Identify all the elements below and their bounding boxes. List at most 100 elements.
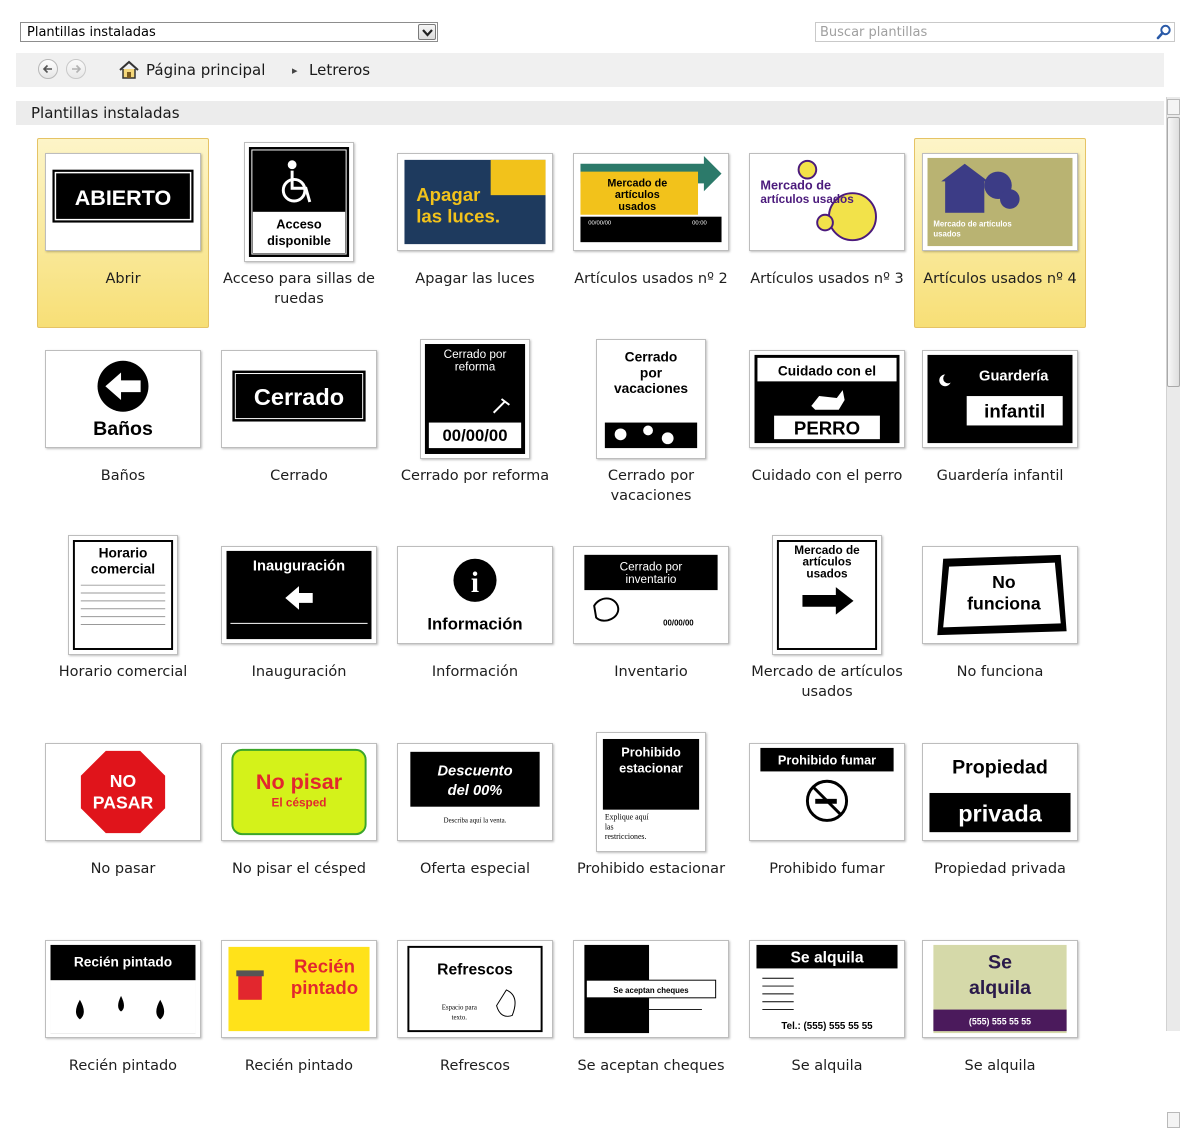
- thumb-text: del 00%: [448, 783, 503, 799]
- template-thumbnail: Se aceptan cheques: [573, 940, 729, 1038]
- thumb-text: texto.: [452, 1014, 468, 1021]
- thumb-text: las: [605, 822, 614, 831]
- template-tile[interactable]: No funciona No funciona: [914, 531, 1086, 721]
- template-label: Prohibido fumar: [769, 861, 885, 877]
- thumb-text: Mercado de: [760, 177, 831, 192]
- template-tile[interactable]: Recién pintado Recién pintado: [37, 925, 209, 1115]
- template-tile[interactable]: i Información Información: [389, 531, 561, 721]
- scroll-up-button[interactable]: [1167, 99, 1180, 115]
- template-tile[interactable]: Cerrado por inventario 00/00/00 Inventario: [565, 531, 737, 721]
- template-tile[interactable]: Cerrado Cerrado: [213, 335, 385, 525]
- dropdown-button[interactable]: [418, 24, 436, 40]
- template-thumbnail: Propiedad privada: [922, 743, 1078, 841]
- thumb-text: artículos: [615, 189, 660, 201]
- thumb-text: Cuidado con el: [778, 363, 876, 378]
- template-label: Oferta especial: [419, 861, 531, 877]
- thumb-text: pintado: [291, 977, 358, 998]
- template-thumbnail: i Información: [397, 546, 553, 644]
- search-icon[interactable]: [1156, 24, 1172, 44]
- thumb-text: Se aceptan cheques: [613, 986, 689, 995]
- template-thumbnail: Baños: [45, 350, 201, 448]
- template-label: Se aceptan cheques: [577, 1058, 725, 1074]
- back-button[interactable]: [38, 59, 58, 79]
- forward-button[interactable]: [66, 59, 86, 79]
- toolbar: Plantillas instaladas: [0, 0, 1180, 52]
- template-tile[interactable]: Mercado de artículos usados Artículos usa…: [741, 138, 913, 328]
- breadcrumb-separator: ▸: [292, 64, 298, 77]
- template-tile[interactable]: Se alquila (555) 555 55 55 Se alquila: [914, 925, 1086, 1115]
- template-label: Baños: [100, 468, 146, 484]
- thumb-text: No pisar: [256, 769, 343, 794]
- home-icon[interactable]: [118, 60, 140, 84]
- template-label: Recién pintado: [244, 1058, 354, 1074]
- template-tile[interactable]: ABIERTO Abrir: [37, 138, 209, 328]
- thumb-text: i: [471, 567, 479, 599]
- template-thumbnail: Cerrado por inventario 00/00/00: [573, 546, 729, 644]
- template-tile[interactable]: Inauguración Inauguración: [213, 531, 385, 721]
- template-tile[interactable]: Apagar las luces. Apagar las luces: [389, 138, 561, 328]
- breadcrumb-current[interactable]: Letreros: [309, 61, 370, 79]
- thumb-text: Explique aquí: [605, 812, 650, 821]
- thumb-text: ABIERTO: [75, 185, 172, 210]
- template-tile[interactable]: Cuidado con el PERRO Cuidado con el perro: [741, 335, 913, 525]
- template-tile[interactable]: Mercado de artículos usados 00/00/00 00:00 A…: [565, 138, 737, 328]
- template-source-dropdown[interactable]: Plantillas instaladas: [20, 22, 438, 42]
- template-tile[interactable]: Refrescos Espacio para texto. Refrescos: [389, 925, 561, 1115]
- template-label: Se alquila: [964, 1058, 1036, 1074]
- template-thumbnail: Apagar las luces.: [397, 153, 553, 251]
- template-label: Abrir: [105, 271, 141, 287]
- template-tile[interactable]: No pisar El césped No pisar el césped: [213, 728, 385, 918]
- template-tile[interactable]: Mercado de artículos usados Mercado de art…: [741, 531, 913, 721]
- thumb-text: usados: [806, 567, 848, 580]
- thumb-text: Propiedad: [952, 756, 1048, 778]
- template-tile[interactable]: Guardería infantil Guardería infantil: [914, 335, 1086, 525]
- template-tile[interactable]: Se aceptan cheques Se aceptan cheques: [565, 925, 737, 1115]
- thumb-text: Prohibido: [621, 745, 681, 760]
- template-label: Propiedad privada: [934, 861, 1066, 877]
- scroll-thumb[interactable]: [1167, 117, 1180, 387]
- thumb-text: por: [640, 365, 663, 380]
- thumb-text: Cerrado por: [620, 561, 683, 574]
- template-tile[interactable]: Propiedad privada Propiedad privada: [914, 728, 1086, 918]
- template-tile[interactable]: Prohibido estacionar Explique aquí las restr…: [565, 728, 737, 918]
- template-thumbnail: Mercado de artículos usados: [922, 153, 1078, 251]
- template-tile[interactable]: Descuento del 00% Describa aquí la venta. …: [389, 728, 561, 918]
- template-label: Inventario: [614, 664, 688, 680]
- thumb-text: Baños: [93, 418, 153, 440]
- thumb-text: Cerrado por: [444, 348, 507, 361]
- template-tile[interactable]: Cerrado por vacaciones Cerrado por vacacio…: [565, 335, 737, 525]
- thumb-text: funciona: [967, 594, 1041, 614]
- template-thumbnail: Refrescos Espacio para texto.: [397, 940, 553, 1038]
- template-tile[interactable]: Recién pintado Recién pintado: [213, 925, 385, 1115]
- template-thumbnail: Se alquila Tel.: (555) 555 55 55: [749, 940, 905, 1038]
- template-tile[interactable]: Cerrado por reforma 00/00/00 Cerrado por r…: [389, 335, 561, 525]
- thumb-text: 00:00: [692, 221, 707, 227]
- template-tile[interactable]: Acceso disponible Acceso para sillas de r…: [213, 138, 385, 328]
- template-tile[interactable]: Se alquila Tel.: (555) 555 55 55 Se alqui…: [741, 925, 913, 1115]
- template-tile[interactable]: Horario comercial Horario comercial: [37, 531, 209, 721]
- scroll-down-button[interactable]: [1167, 1112, 1180, 1128]
- thumb-text: No: [992, 572, 1016, 592]
- template-thumbnail: Prohibido fumar: [749, 743, 905, 841]
- thumb-text: inventario: [626, 573, 677, 586]
- search-box[interactable]: [815, 22, 1175, 42]
- template-tile[interactable]: Baños Baños: [37, 335, 209, 525]
- thumb-text: Se: [988, 951, 1012, 973]
- thumb-text: PERRO: [794, 417, 860, 438]
- thumb-text: Horario: [99, 546, 148, 561]
- template-thumbnail: Se alquila (555) 555 55 55: [922, 940, 1078, 1038]
- template-thumbnail: Cuidado con el PERRO: [749, 350, 905, 448]
- template-tile[interactable]: Mercado de artículos usados Artículos usa…: [914, 138, 1086, 328]
- thumb-text: PASAR: [93, 793, 154, 813]
- thumb-text: Se alquila: [790, 950, 863, 967]
- template-tile[interactable]: Prohibido fumar Prohibido fumar: [741, 728, 913, 918]
- search-input[interactable]: [820, 24, 1140, 40]
- template-thumbnail: Cerrado: [221, 350, 377, 448]
- template-label: Cerrado: [270, 468, 328, 484]
- template-thumbnail: Acceso disponible: [244, 142, 354, 262]
- thumb-text: Mercado de: [607, 177, 667, 189]
- vertical-scrollbar[interactable]: [1166, 97, 1180, 1128]
- template-tile[interactable]: NO PASAR No pasar: [37, 728, 209, 918]
- thumb-text: Cerrado: [254, 384, 344, 410]
- breadcrumb-home[interactable]: Página principal: [146, 61, 265, 79]
